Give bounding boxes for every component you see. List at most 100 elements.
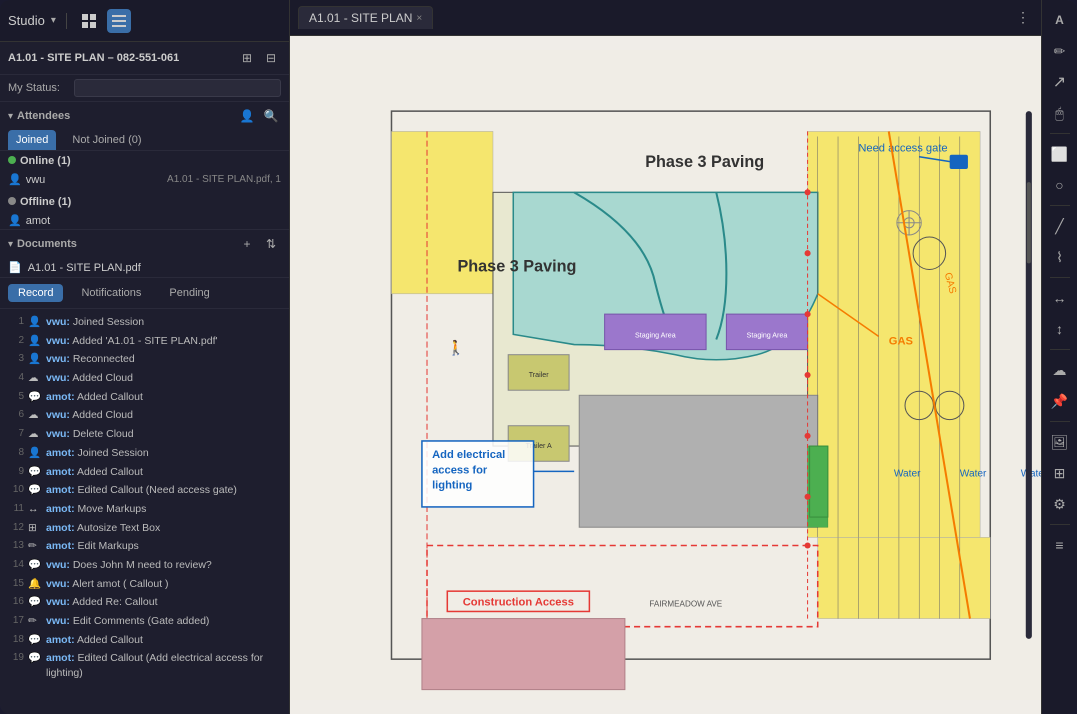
log-item-1: 1 👤 vwu: Joined Session	[0, 313, 289, 332]
rt-divider-5	[1050, 421, 1070, 422]
log-action-11: Move Markups	[78, 503, 147, 515]
svg-text:Trailer: Trailer	[529, 371, 549, 379]
docs-add-icon[interactable]: +	[237, 234, 257, 254]
session-action-1[interactable]: ⊞	[237, 48, 257, 68]
svg-text:Water: Water	[894, 468, 921, 479]
log-user-2: vwu:	[46, 335, 70, 347]
rt-divider-2	[1050, 205, 1070, 206]
rt-btn-pen[interactable]: ✏	[1046, 37, 1074, 65]
tab-close-button[interactable]: ×	[416, 13, 422, 24]
log-user-17: vwu:	[46, 615, 70, 627]
tab-icon-list[interactable]	[107, 9, 131, 33]
svg-text:GAS: GAS	[889, 336, 913, 348]
tab-record[interactable]: Record	[8, 284, 63, 302]
log-num-3: 3	[8, 352, 24, 366]
svg-text:Water: Water	[960, 468, 987, 479]
log-item-14: 14 💬 vwu: Does John M need to review?	[0, 556, 289, 575]
svg-text:access for: access for	[432, 464, 488, 476]
rt-btn-layers[interactable]: ⊞	[1046, 459, 1074, 487]
rt-btn-circle[interactable]: ○	[1046, 171, 1074, 199]
studio-dropdown-arrow[interactable]: ▾	[51, 15, 56, 26]
rt-btn-image[interactable]: 🖼	[1046, 428, 1074, 456]
log-num-4: 4	[8, 371, 24, 385]
rt-divider-4	[1050, 349, 1070, 350]
blueprint-svg: Staging Area Staging Area Trailer Traile…	[290, 36, 1041, 714]
rt-divider-1	[1050, 133, 1070, 134]
rt-btn-measure[interactable]: ↔	[1046, 284, 1074, 312]
docs-title: Documents	[17, 238, 233, 250]
rt-btn-line[interactable]: ╱	[1046, 212, 1074, 240]
tab-notifications[interactable]: Notifications	[71, 284, 151, 302]
log-num-14: 14	[8, 558, 24, 572]
session-actions: ⊞ ⊟	[237, 48, 281, 68]
attendees-add-icon[interactable]: 👤	[237, 106, 257, 126]
log-num-10: 10	[8, 483, 24, 497]
rt-btn-rect[interactable]: ⬜	[1046, 140, 1074, 168]
log-num-12: 12	[8, 521, 24, 535]
session-title[interactable]: A1.01 - SITE PLAN – 082-551-061	[8, 52, 233, 64]
attendees-search-icon[interactable]: 🔍	[261, 106, 281, 126]
log-user-6: vwu:	[46, 409, 70, 421]
log-num-7: 7	[8, 427, 24, 441]
rt-btn-pin[interactable]: 📌	[1046, 387, 1074, 415]
rt-btn-resize[interactable]: ↕	[1046, 315, 1074, 343]
svg-text:lighting: lighting	[432, 480, 472, 492]
log-user-8: amot:	[46, 447, 75, 459]
rt-btn-cloud[interactable]: ☁	[1046, 356, 1074, 384]
attendees-section-header[interactable]: ▾ Attendees 👤 🔍	[0, 102, 289, 130]
log-icon-18: 💬	[28, 633, 42, 648]
log-action-16: Added Re: Callout	[72, 596, 157, 608]
log-action-1: Joined Session	[73, 316, 144, 328]
log-icon-2: 👤	[28, 334, 42, 349]
log-icon-3: 👤	[28, 352, 42, 367]
svg-text:Construction Access: Construction Access	[463, 596, 574, 608]
log-action-14: Does John M need to review?	[73, 559, 212, 571]
tab-not-joined[interactable]: Not Joined (0)	[64, 130, 149, 150]
rt-btn-settings[interactable]: ⚙	[1046, 490, 1074, 518]
log-user-18: amot:	[46, 634, 75, 646]
log-item-2: 2 👤 vwu: Added 'A1.01 - SITE PLAN.pdf'	[0, 332, 289, 351]
log-num-8: 8	[8, 446, 24, 460]
rt-btn-pointer[interactable]: 🖱	[1046, 99, 1074, 127]
tab-icon-grid[interactable]	[77, 9, 101, 33]
user-icon-vwu: 👤	[8, 173, 22, 186]
tab-pending[interactable]: Pending	[159, 284, 219, 302]
rt-btn-polyline[interactable]: ⌇	[1046, 243, 1074, 271]
log-item-11: 11 ↔ amot: Move Markups	[0, 500, 289, 519]
session-action-2[interactable]: ⊟	[261, 48, 281, 68]
status-label: My Status:	[8, 82, 68, 94]
drawing-area[interactable]: Staging Area Staging Area Trailer Traile…	[290, 36, 1041, 714]
rt-btn-menu[interactable]: ≡	[1046, 531, 1074, 559]
rt-divider-6	[1050, 524, 1070, 525]
status-select[interactable]	[74, 79, 281, 97]
main-tab-siteplan[interactable]: A1.01 - SITE PLAN ×	[298, 6, 433, 29]
log-action-7: Delete Cloud	[73, 428, 134, 440]
log-num-1: 1	[8, 315, 24, 329]
log-icon-5: 💬	[28, 390, 42, 405]
rt-btn-arrow[interactable]: ↗	[1046, 68, 1074, 96]
docs-header[interactable]: ▾ Documents + ⇅	[0, 230, 289, 258]
log-action-19: Edited Callout (Add electrical access fo…	[46, 652, 263, 679]
studio-label[interactable]: Studio	[8, 13, 45, 28]
log-action-8: Joined Session	[78, 447, 149, 459]
tab-joined[interactable]: Joined	[8, 130, 56, 150]
doc-name: A1.01 - SITE PLAN.pdf	[28, 262, 141, 274]
log-icon-17: ✏	[28, 614, 42, 629]
log-user-16: vwu:	[46, 596, 70, 608]
rt-btn-a[interactable]: A	[1046, 6, 1074, 34]
docs-sort-icon[interactable]: ⇅	[261, 234, 281, 254]
doc-item-siteplan[interactable]: 📄 A1.01 - SITE PLAN.pdf	[0, 258, 289, 277]
log-user-3: vwu:	[46, 353, 70, 365]
log-icon-9: 💬	[28, 465, 42, 480]
log-num-15: 15	[8, 577, 24, 591]
activity-log: 1 👤 vwu: Joined Session 2 👤 vwu: Added '…	[0, 309, 289, 714]
attendee-name-amot: amot	[26, 215, 281, 227]
log-item-3: 3 👤 vwu: Reconnected	[0, 350, 289, 369]
log-user-13: amot:	[46, 540, 75, 552]
log-item-16: 16 💬 vwu: Added Re: Callout	[0, 593, 289, 612]
log-num-5: 5	[8, 390, 24, 404]
log-num-2: 2	[8, 334, 24, 348]
log-icon-7: ☁	[28, 427, 42, 442]
tab-options-icon[interactable]: ⋮	[1013, 8, 1033, 28]
log-icon-13: ✏	[28, 539, 42, 554]
